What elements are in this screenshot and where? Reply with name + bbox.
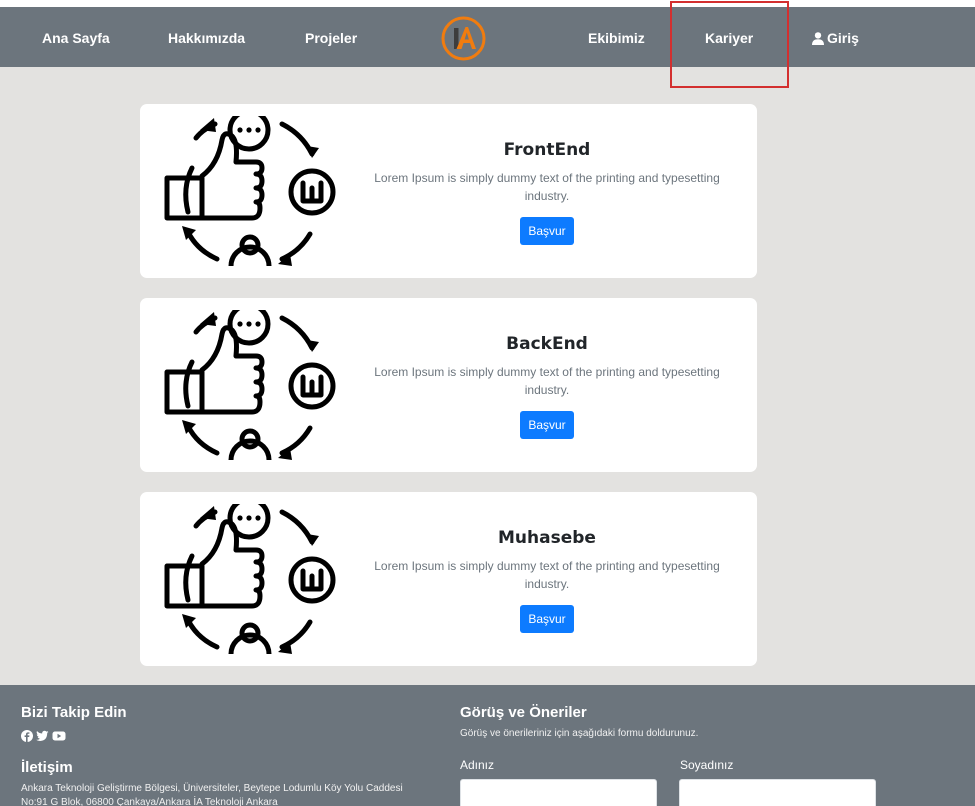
- career-illustration-icon: [164, 116, 336, 266]
- first-name-field[interactable]: [460, 779, 657, 806]
- navbar: Ana Sayfa Hakkımızda Projeler Ekibimiz K…: [0, 7, 975, 67]
- job-card-frontend: FrontEnd Lorem Ipsum is simply dummy tex…: [140, 104, 757, 278]
- job-card-accounting: Muhasebe Lorem Ipsum is simply dummy tex…: [140, 492, 757, 666]
- address-line-2: No:91 G Blok, 06800 Çankaya/Ankara İA Te…: [21, 797, 278, 806]
- twitter-icon[interactable]: [36, 730, 49, 742]
- apply-button-frontend[interactable]: Başvur: [520, 217, 574, 245]
- logo-icon: [441, 16, 486, 61]
- card-body: BackEnd Lorem Ipsum is simply dummy text…: [358, 298, 736, 439]
- nav-team[interactable]: Ekibimiz: [588, 7, 645, 67]
- card-title: FrontEnd: [503, 140, 591, 160]
- card-body: Muhasebe Lorem Ipsum is simply dummy tex…: [358, 492, 736, 633]
- card-text: Lorem Ipsum is simply dummy text of the …: [374, 559, 720, 591]
- card-title: Muhasebe: [498, 528, 596, 548]
- apply-button-accounting[interactable]: Başvur: [520, 605, 574, 633]
- contact-title: İletişim: [21, 759, 73, 776]
- nav-login-label: Giriş: [827, 30, 859, 46]
- last-name-field[interactable]: [679, 779, 876, 806]
- facebook-icon[interactable]: [21, 730, 33, 742]
- youtube-icon[interactable]: [52, 730, 66, 742]
- card-body: FrontEnd Lorem Ipsum is simply dummy tex…: [358, 104, 736, 245]
- nav-projects[interactable]: Projeler: [305, 7, 357, 67]
- apply-button-backend[interactable]: Başvur: [520, 411, 574, 439]
- nav-home[interactable]: Ana Sayfa: [42, 7, 110, 67]
- nav-about[interactable]: Hakkımızda: [168, 7, 245, 67]
- nav-login[interactable]: Giriş: [812, 7, 859, 67]
- card-title: BackEnd: [506, 334, 588, 354]
- job-card-backend: BackEnd Lorem Ipsum is simply dummy text…: [140, 298, 757, 472]
- address-line-1: Ankara Teknoloji Geliştirme Bölgesi, Üni…: [21, 783, 403, 794]
- feedback-description: Görüş ve önerileriniz için aşağıdaki for…: [460, 728, 699, 739]
- card-text: Lorem Ipsum is simply dummy text of the …: [374, 365, 720, 397]
- top-strip: [0, 0, 975, 7]
- social-links: [21, 730, 66, 742]
- user-icon: [812, 32, 824, 45]
- career-illustration-icon: [164, 310, 336, 460]
- feedback-title: Görüş ve Öneriler: [460, 704, 587, 721]
- nav-career[interactable]: Kariyer: [705, 7, 753, 67]
- logo[interactable]: [441, 16, 486, 61]
- first-name-label: Adınız: [460, 758, 495, 772]
- last-name-label: Soyadınız: [680, 758, 734, 772]
- card-text: Lorem Ipsum is simply dummy text of the …: [374, 171, 720, 203]
- footer: Bizi Takip Edin İletişim Ankara Teknoloj…: [0, 685, 975, 806]
- career-illustration-icon: [164, 504, 336, 654]
- follow-title: Bizi Takip Edin: [21, 704, 127, 721]
